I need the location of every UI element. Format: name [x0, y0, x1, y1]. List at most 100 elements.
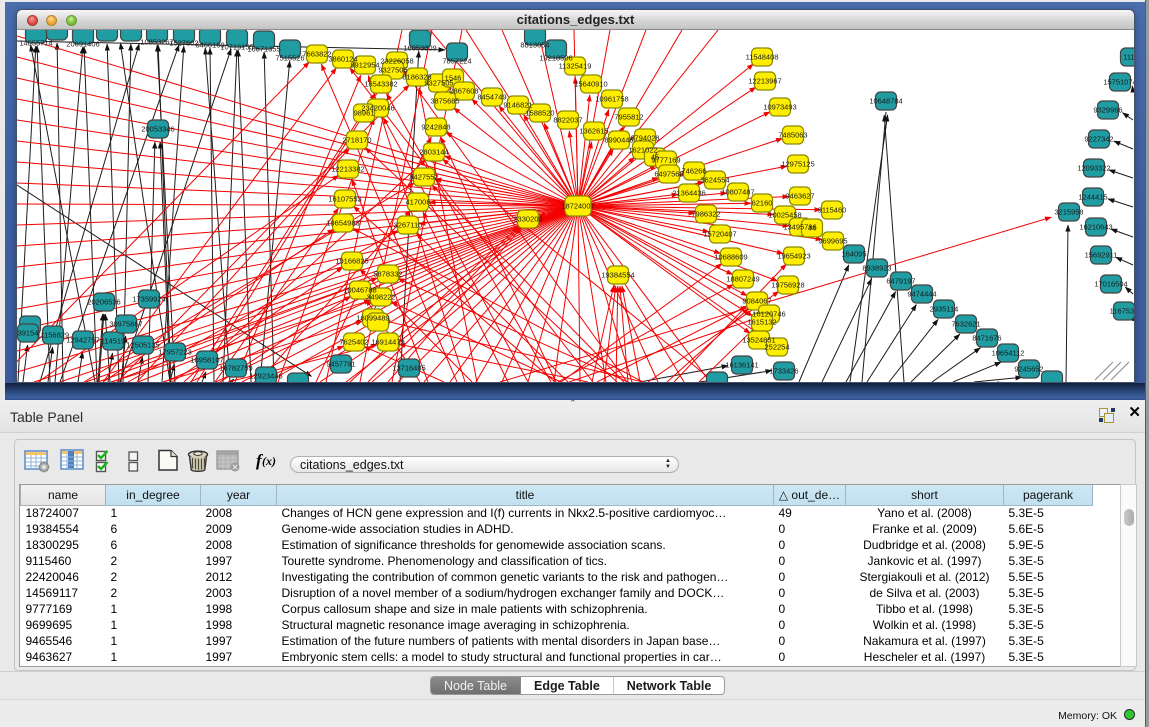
svg-text:9457791: 9457791: [326, 360, 355, 369]
svg-text:1167535: 1167535: [1110, 307, 1134, 316]
svg-text:8427552: 8427552: [409, 173, 438, 182]
svg-text:19384554: 19384554: [601, 271, 634, 280]
svg-text:6794028: 6794028: [630, 134, 659, 143]
svg-text:9115460: 9115460: [818, 206, 847, 215]
svg-text:10648784: 10648784: [869, 97, 902, 106]
svg-text:1588520: 1588520: [525, 109, 554, 118]
svg-text:39154: 39154: [18, 329, 39, 338]
svg-text:12942757: 12942757: [66, 336, 99, 345]
svg-text:20691406: 20691406: [66, 40, 99, 49]
svg-text:19654983: 19654983: [326, 219, 359, 228]
svg-text:7955812: 7955812: [614, 113, 643, 122]
svg-text:21364436: 21364436: [672, 189, 705, 198]
svg-text:2803144: 2803144: [419, 148, 448, 157]
svg-text:30975867: 30975867: [109, 320, 142, 329]
svg-text:1615132: 1615132: [747, 318, 776, 327]
svg-text:11548408: 11548408: [746, 53, 779, 62]
svg-text:8912954: 8912954: [350, 61, 379, 70]
svg-text:1527602: 1527602: [169, 39, 198, 48]
svg-text:18724007: 18724007: [561, 202, 594, 211]
svg-text:2867608: 2867608: [449, 87, 478, 96]
svg-text:20206536: 20206536: [87, 298, 120, 307]
svg-text:12213382: 12213382: [331, 165, 364, 174]
svg-text:(x): (x): [262, 454, 276, 468]
svg-text:12213967: 12213967: [748, 77, 781, 86]
svg-text:10654112: 10654112: [992, 349, 1025, 358]
svg-text:10025458: 10025458: [768, 211, 801, 220]
svg-text:7515526: 7515526: [275, 54, 304, 63]
svg-text:3498222: 3498222: [366, 293, 395, 302]
svg-text:746266: 746266: [681, 167, 706, 176]
svg-text:8822037: 8822037: [553, 116, 582, 125]
svg-text:16671355: 16671355: [247, 45, 280, 54]
svg-text:7857224: 7857224: [442, 57, 471, 66]
svg-text:7663822: 7663822: [302, 50, 331, 59]
svg-text:16099489: 16099489: [356, 314, 389, 323]
svg-text:6497568: 6497568: [654, 170, 683, 179]
svg-text:2718170: 2718170: [342, 136, 371, 145]
svg-text:9245652: 9245652: [1014, 365, 1043, 374]
svg-text:9463627: 9463627: [785, 192, 814, 201]
svg-text:12093322: 12093322: [1077, 164, 1110, 173]
svg-text:3215958: 3215958: [1054, 208, 1083, 217]
svg-text:19654923: 19654923: [777, 252, 810, 261]
svg-text:15692911: 15692911: [1085, 251, 1118, 260]
svg-text:10807487: 10807487: [721, 188, 754, 197]
svg-text:15640910: 15640910: [574, 80, 607, 89]
svg-text:9242848: 9242848: [421, 123, 450, 132]
svg-text:19166825: 19166825: [335, 257, 368, 266]
svg-text:417006: 417006: [405, 198, 430, 207]
svg-text:1546: 1546: [445, 74, 462, 83]
svg-text:10961758: 10961758: [595, 95, 628, 104]
svg-text:9227342: 9227342: [1084, 135, 1113, 144]
svg-text:98961: 98961: [354, 109, 375, 118]
svg-text:18807249: 18807249: [726, 275, 759, 284]
svg-text:17359924: 17359924: [132, 295, 165, 304]
svg-text:8813054: 8813054: [520, 41, 549, 50]
svg-text:164095: 164095: [841, 250, 866, 259]
svg-text:1117: 1117: [1123, 53, 1134, 62]
svg-text:3624554: 3624554: [700, 176, 729, 185]
svg-text:9084067: 9084067: [742, 297, 771, 306]
svg-text:11156829: 11156829: [37, 331, 69, 340]
svg-text:62160: 62160: [752, 199, 773, 208]
svg-text:9777169: 9777169: [651, 156, 680, 165]
svg-text:44: 44: [808, 224, 816, 233]
svg-text:1362615: 1362615: [579, 127, 608, 136]
svg-text:5878332: 5878332: [373, 270, 402, 279]
svg-text:15720407: 15720407: [703, 230, 736, 239]
svg-text:16914479: 16914479: [371, 338, 404, 347]
svg-text:10688609: 10688609: [714, 253, 747, 262]
svg-text:12505135: 12505135: [126, 341, 159, 350]
svg-text:13716485: 13716485: [392, 364, 425, 373]
svg-text:3875685: 3875685: [430, 97, 459, 106]
svg-text:19756928: 19756928: [771, 281, 804, 290]
svg-text:15751074: 15751074: [1103, 78, 1134, 87]
svg-text:17016504: 17016504: [1094, 280, 1127, 289]
svg-text:1244415: 1244415: [1078, 193, 1107, 202]
svg-text:16782759: 16782759: [219, 364, 252, 373]
svg-text:9474444: 9474444: [907, 290, 936, 299]
svg-text:14055714: 14055714: [19, 39, 52, 48]
svg-text:10973493: 10973493: [763, 103, 796, 112]
svg-text:6479197: 6479197: [886, 277, 915, 286]
svg-text:9329966: 9329966: [1093, 106, 1122, 115]
svg-text:8938923: 8938923: [862, 264, 891, 273]
svg-text:2330203: 2330203: [513, 215, 542, 224]
svg-text:8990448: 8990448: [604, 136, 633, 145]
svg-text:7986322: 7986322: [691, 210, 720, 219]
svg-text:7625402: 7625402: [339, 338, 368, 347]
svg-text:252254: 252254: [764, 343, 789, 352]
svg-text:16107553: 16107553: [328, 195, 361, 204]
svg-text:16136141: 16136141: [725, 361, 758, 370]
svg-text:16210643: 16210643: [1079, 223, 1112, 232]
svg-text:12923446: 12923446: [249, 372, 282, 381]
svg-text:8471676: 8471676: [972, 334, 1001, 343]
svg-text:7485063: 7485063: [778, 131, 807, 140]
svg-text:17957223: 17957223: [158, 348, 191, 357]
svg-text:23226058: 23226058: [380, 57, 413, 66]
svg-text:11325419: 11325419: [559, 62, 592, 71]
svg-text:3267110: 3267110: [394, 221, 423, 230]
svg-text:7632621: 7632621: [951, 320, 980, 329]
svg-text:16543382: 16543382: [364, 80, 397, 89]
